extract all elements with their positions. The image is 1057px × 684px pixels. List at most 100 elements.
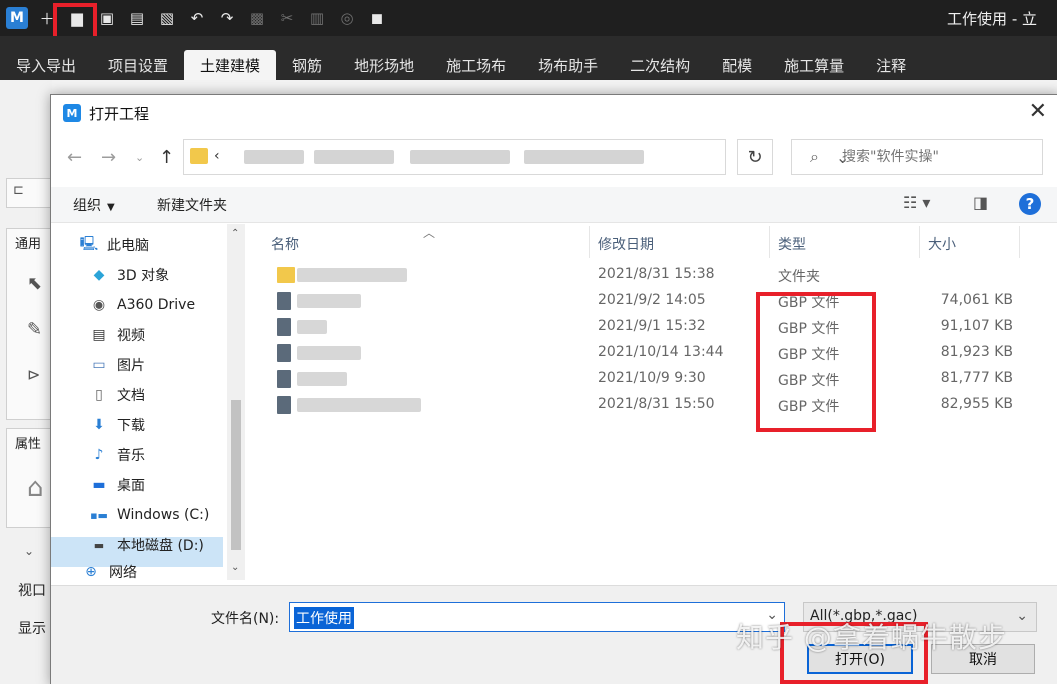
mirror-icon[interactable]: ⊳ [27,365,40,384]
tree-scroll-thumb[interactable] [231,400,241,550]
folder-icon [277,267,295,283]
gbp-file-icon [277,318,291,336]
cut-icon[interactable]: ✂ [276,7,298,29]
general-tools-panel: 通用 ⬉ ✎ ⊳ [6,228,52,420]
filename-input[interactable]: 工作使用 ⌄ [289,602,785,632]
tree-item-network[interactable]: ⊕ 网络 [81,564,137,580]
tab-terrain[interactable]: 地形场地 [338,50,430,80]
undo-icon[interactable]: ↶ [186,7,208,29]
tree-item-a360-drive[interactable]: ◉ A360 Drive [89,292,195,318]
file-row[interactable]: 2021/10/14 13:44 GBP 文件 81,923 KB [247,340,1057,366]
app-title: 工作使用 - 立 [947,10,1037,28]
tab-quantity[interactable]: 施工算量 [768,50,860,80]
file-type: 文件夹 [778,269,820,285]
local-disk-icon: ▬ [93,538,105,552]
file-row[interactable]: 2021/10/9 9:30 GBP 文件 81,777 KB [247,366,1057,392]
filename-value[interactable]: 工作使用 [294,607,354,629]
chevron-down-icon[interactable]: ⌄ [24,544,34,558]
column-separator[interactable] [1019,226,1020,258]
file-row[interactable]: 2021/8/31 15:50 GBP 文件 82,955 KB [247,392,1057,418]
column-type[interactable]: 类型 [778,234,806,254]
tree-item-music[interactable]: ♪ 音乐 [89,442,145,468]
address-redacted [524,150,644,164]
tab-formwork[interactable]: 配模 [706,50,768,80]
tree-item-videos[interactable]: ▤ 视频 [89,322,145,348]
tree-item-label: 视频 [117,328,145,344]
tab-civil-modeling[interactable]: 土建建模 [184,50,277,80]
tab-project-settings[interactable]: 项目设置 [92,50,184,80]
forward-arrow-icon[interactable]: → [101,147,116,168]
file-date: 2021/9/2 14:05 [598,292,706,308]
file-row[interactable]: 2021/8/31 15:38 文件夹 [247,262,1057,288]
tree-item-this-pc[interactable]: 🖳 此电脑 [79,232,149,258]
tab-site-layout[interactable]: 施工场布 [430,50,522,80]
preview-pane-icon[interactable]: ◨ [973,193,988,212]
tab-import-export[interactable]: 导入导出 [0,50,92,80]
column-separator[interactable] [919,226,920,258]
save-as-icon[interactable]: ▤ [126,7,148,29]
tree-item-downloads[interactable]: ⬇ 下载 [89,412,145,438]
select-icon[interactable]: ▩ [246,7,268,29]
tree-item-pictures[interactable]: ▭ 图片 [89,352,145,378]
view-toggle[interactable]: ⊏ [6,178,52,208]
refresh-button[interactable]: ↻ [737,139,773,175]
organize-menu[interactable]: 组织 ▼ [73,195,115,215]
tree-item-desktop[interactable]: ▬ 桌面 [89,472,145,498]
address-bar[interactable]: ‹ ⌄ [183,139,849,175]
column-date[interactable]: 修改日期 [598,234,654,254]
tab-secondary-structure[interactable]: 二次结构 [614,50,706,80]
tab-layout-assistant[interactable]: 场布助手 [522,50,614,80]
help-icon[interactable]: ? [1019,193,1041,215]
up-arrow-icon[interactable]: ↑ [159,147,174,168]
tree-item-documents[interactable]: ▯ 文档 [89,382,145,408]
tab-rebar[interactable]: 钢筋 [276,50,338,80]
file-type: GBP 文件 [778,399,840,415]
file-row[interactable]: 2021/9/1 15:32 GBP 文件 91,107 KB [247,314,1057,340]
view-options-icon[interactable]: ☷ ▾ [903,193,930,212]
pen-icon[interactable]: ✎ [27,319,42,340]
tree-item-windows-c[interactable]: ▪▬ Windows (C:) [89,502,209,528]
dialog-titlebar: M 打开工程 ✕ [51,95,1057,131]
gbp-file-icon [277,344,291,362]
file-size: 91,107 KB [940,318,1013,334]
paste-icon[interactable]: ▥ [306,7,328,29]
tree-item-label: 文档 [117,388,145,404]
close-icon[interactable]: ✕ [1029,99,1047,124]
scroll-up-icon[interactable]: ⌃ [231,228,239,239]
search-box[interactable]: ⌕ [791,139,1043,175]
sort-caret-icon: ︿ [423,226,436,240]
column-size[interactable]: 大小 [928,234,956,254]
viewport-label: 视口 [18,583,46,599]
file-size: 74,061 KB [940,292,1013,308]
ribbon-tabs: 导入导出 项目设置 土建建模 钢筋 地形场地 施工场布 场布助手 二次结构 配模… [0,36,1057,80]
layer-icon[interactable]: ◎ [336,7,358,29]
save-icon[interactable]: ▣ [96,7,118,29]
file-row[interactable]: 2021/9/2 14:05 GBP 文件 74,061 KB [247,288,1057,314]
pointer-icon[interactable]: ⬉ [27,273,42,294]
tree-item-3d-objects[interactable]: ◆ 3D 对象 [89,262,170,288]
recent-chevron-icon[interactable]: ⌄ [135,151,144,164]
address-redacted [314,150,394,164]
column-separator[interactable] [589,226,590,258]
tab-annotation[interactable]: 注释 [860,50,922,80]
video-icon: ▤ [92,327,106,343]
back-arrow-icon[interactable]: ← [67,147,82,168]
scroll-down-icon[interactable]: ⌄ [231,562,239,573]
file-size: 81,777 KB [940,370,1013,386]
redo-icon[interactable]: ↷ [216,7,238,29]
tree-scrollbar[interactable]: ⌃ ⌄ [227,224,245,580]
file-date: 2021/10/9 9:30 [598,370,706,386]
cube-icon[interactable]: ◼ [366,7,388,29]
tree-item-label: 网络 [109,565,137,580]
search-icon: ⌕ [810,147,819,166]
organize-label: 组织 [73,198,101,214]
new-folder-button[interactable]: 新建文件夹 [157,195,227,215]
file-list: ︿ 名称 修改日期 类型 大小 2021/8/31 15:38 文件夹 2021… [247,224,1057,580]
close-file-icon[interactable]: ▧ [156,7,178,29]
column-separator[interactable] [769,226,770,258]
tree-item-label: 本地磁盘 (D:) [117,538,204,554]
column-name[interactable]: 名称 [271,234,299,254]
tree-item-local-disk-d[interactable]: ▬ 本地磁盘 (D:) [89,532,204,558]
navigation-row: ← → ⌄ ↑ ‹ ⌄ ↻ ⌕ [51,139,1057,179]
search-input[interactable] [842,149,1032,165]
